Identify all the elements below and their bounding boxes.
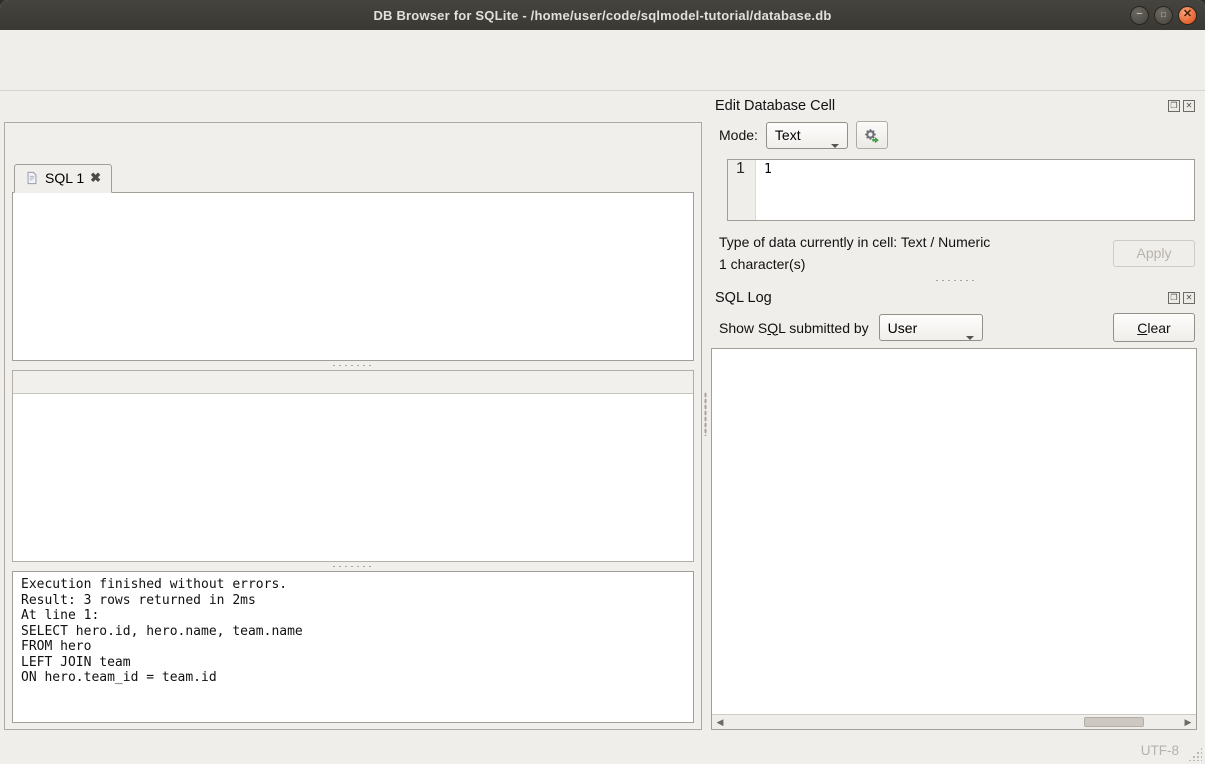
sql-file-icon [25, 171, 39, 185]
mode-value: Text [775, 127, 801, 143]
encoding-label: UTF-8 [1141, 743, 1179, 758]
sql-log-view[interactable]: ◀ ▶ [711, 348, 1197, 730]
mode-select[interactable]: Text [766, 122, 848, 149]
horizontal-scrollbar[interactable]: ◀ ▶ [712, 714, 1196, 729]
sql-log-dock-header: SQL Log ❐ ✕ [711, 287, 1197, 309]
apply-button[interactable]: Apply [1113, 240, 1195, 267]
main-tab-bar [0, 91, 702, 122]
mode-label: Mode: [719, 127, 758, 143]
float-dock-icon[interactable]: ❐ [1168, 292, 1180, 304]
clear-log-button[interactable]: Clear [1113, 313, 1195, 342]
cell-char-count: 1 character(s) [719, 253, 990, 275]
maximize-button[interactable]: □ [1154, 6, 1173, 25]
filter-label: Show SQL submitted by [719, 320, 869, 336]
app-window: DB Browser for SQLite - /home/user/code/… [0, 0, 1205, 764]
resize-grip[interactable] [1188, 747, 1202, 761]
cell-value-editor[interactable]: 1 1 [727, 159, 1195, 221]
chevron-down-icon [831, 144, 839, 148]
cell-line-number: 1 [728, 160, 756, 220]
close-dock-icon[interactable]: ✕ [1183, 100, 1195, 112]
cell-type-info: Type of data currently in cell: Text / N… [719, 231, 990, 253]
splitter-docks[interactable] [711, 275, 1197, 287]
status-bar: UTF-8 [0, 736, 1205, 764]
splitter-main[interactable] [702, 91, 709, 736]
menu-bar [0, 30, 1205, 54]
execute-sql-page: SQL 1 ✖ Execution finished without error… [4, 122, 702, 730]
sql-log-title: SQL Log [715, 290, 772, 306]
execution-log-text: Execution finished without errors. Resul… [21, 577, 685, 686]
close-dock-icon[interactable]: ✕ [1183, 292, 1195, 304]
sql-editor-toolbar [12, 127, 694, 163]
sql-editor[interactable] [12, 193, 694, 361]
float-dock-icon[interactable]: ❐ [1168, 100, 1180, 112]
cell-value: 1 [756, 160, 772, 220]
apply-settings-button[interactable] [856, 121, 888, 149]
gear-icon [863, 127, 880, 144]
scroll-right-icon[interactable]: ▶ [1180, 717, 1196, 728]
window-title: DB Browser for SQLite - /home/user/code/… [0, 8, 1205, 23]
submitted-by-value: User [888, 320, 918, 336]
edit-cell-dock-header: Edit Database Cell ❐ ✕ [711, 95, 1197, 117]
sql-log-filter-row: Show SQL submitted by User Clear [711, 309, 1197, 348]
splitter-results-log[interactable] [12, 562, 694, 571]
sql-tab-label: SQL 1 [45, 170, 84, 186]
scrollbar-thumb[interactable] [1084, 717, 1144, 727]
results-grid [12, 370, 694, 562]
minimize-button[interactable]: − [1130, 6, 1149, 25]
close-button[interactable]: ✕ [1178, 6, 1197, 25]
title-bar[interactable]: DB Browser for SQLite - /home/user/code/… [0, 0, 1205, 30]
close-sql-tab-icon[interactable]: ✖ [90, 170, 101, 186]
dock-tab-bar [711, 730, 1197, 734]
edit-cell-title: Edit Database Cell [715, 98, 835, 114]
cell-mode-row: Mode: Text [711, 117, 1197, 151]
main-toolbar [0, 54, 1205, 91]
sql-file-tabbar: SQL 1 ✖ [12, 163, 694, 193]
chevron-down-icon [966, 336, 974, 340]
splitter-editor-results[interactable] [12, 361, 694, 370]
execution-log[interactable]: Execution finished without errors. Resul… [12, 571, 694, 723]
sql-file-tab[interactable]: SQL 1 ✖ [14, 164, 112, 193]
scroll-left-icon[interactable]: ◀ [712, 717, 728, 728]
submitted-by-select[interactable]: User [879, 314, 983, 341]
